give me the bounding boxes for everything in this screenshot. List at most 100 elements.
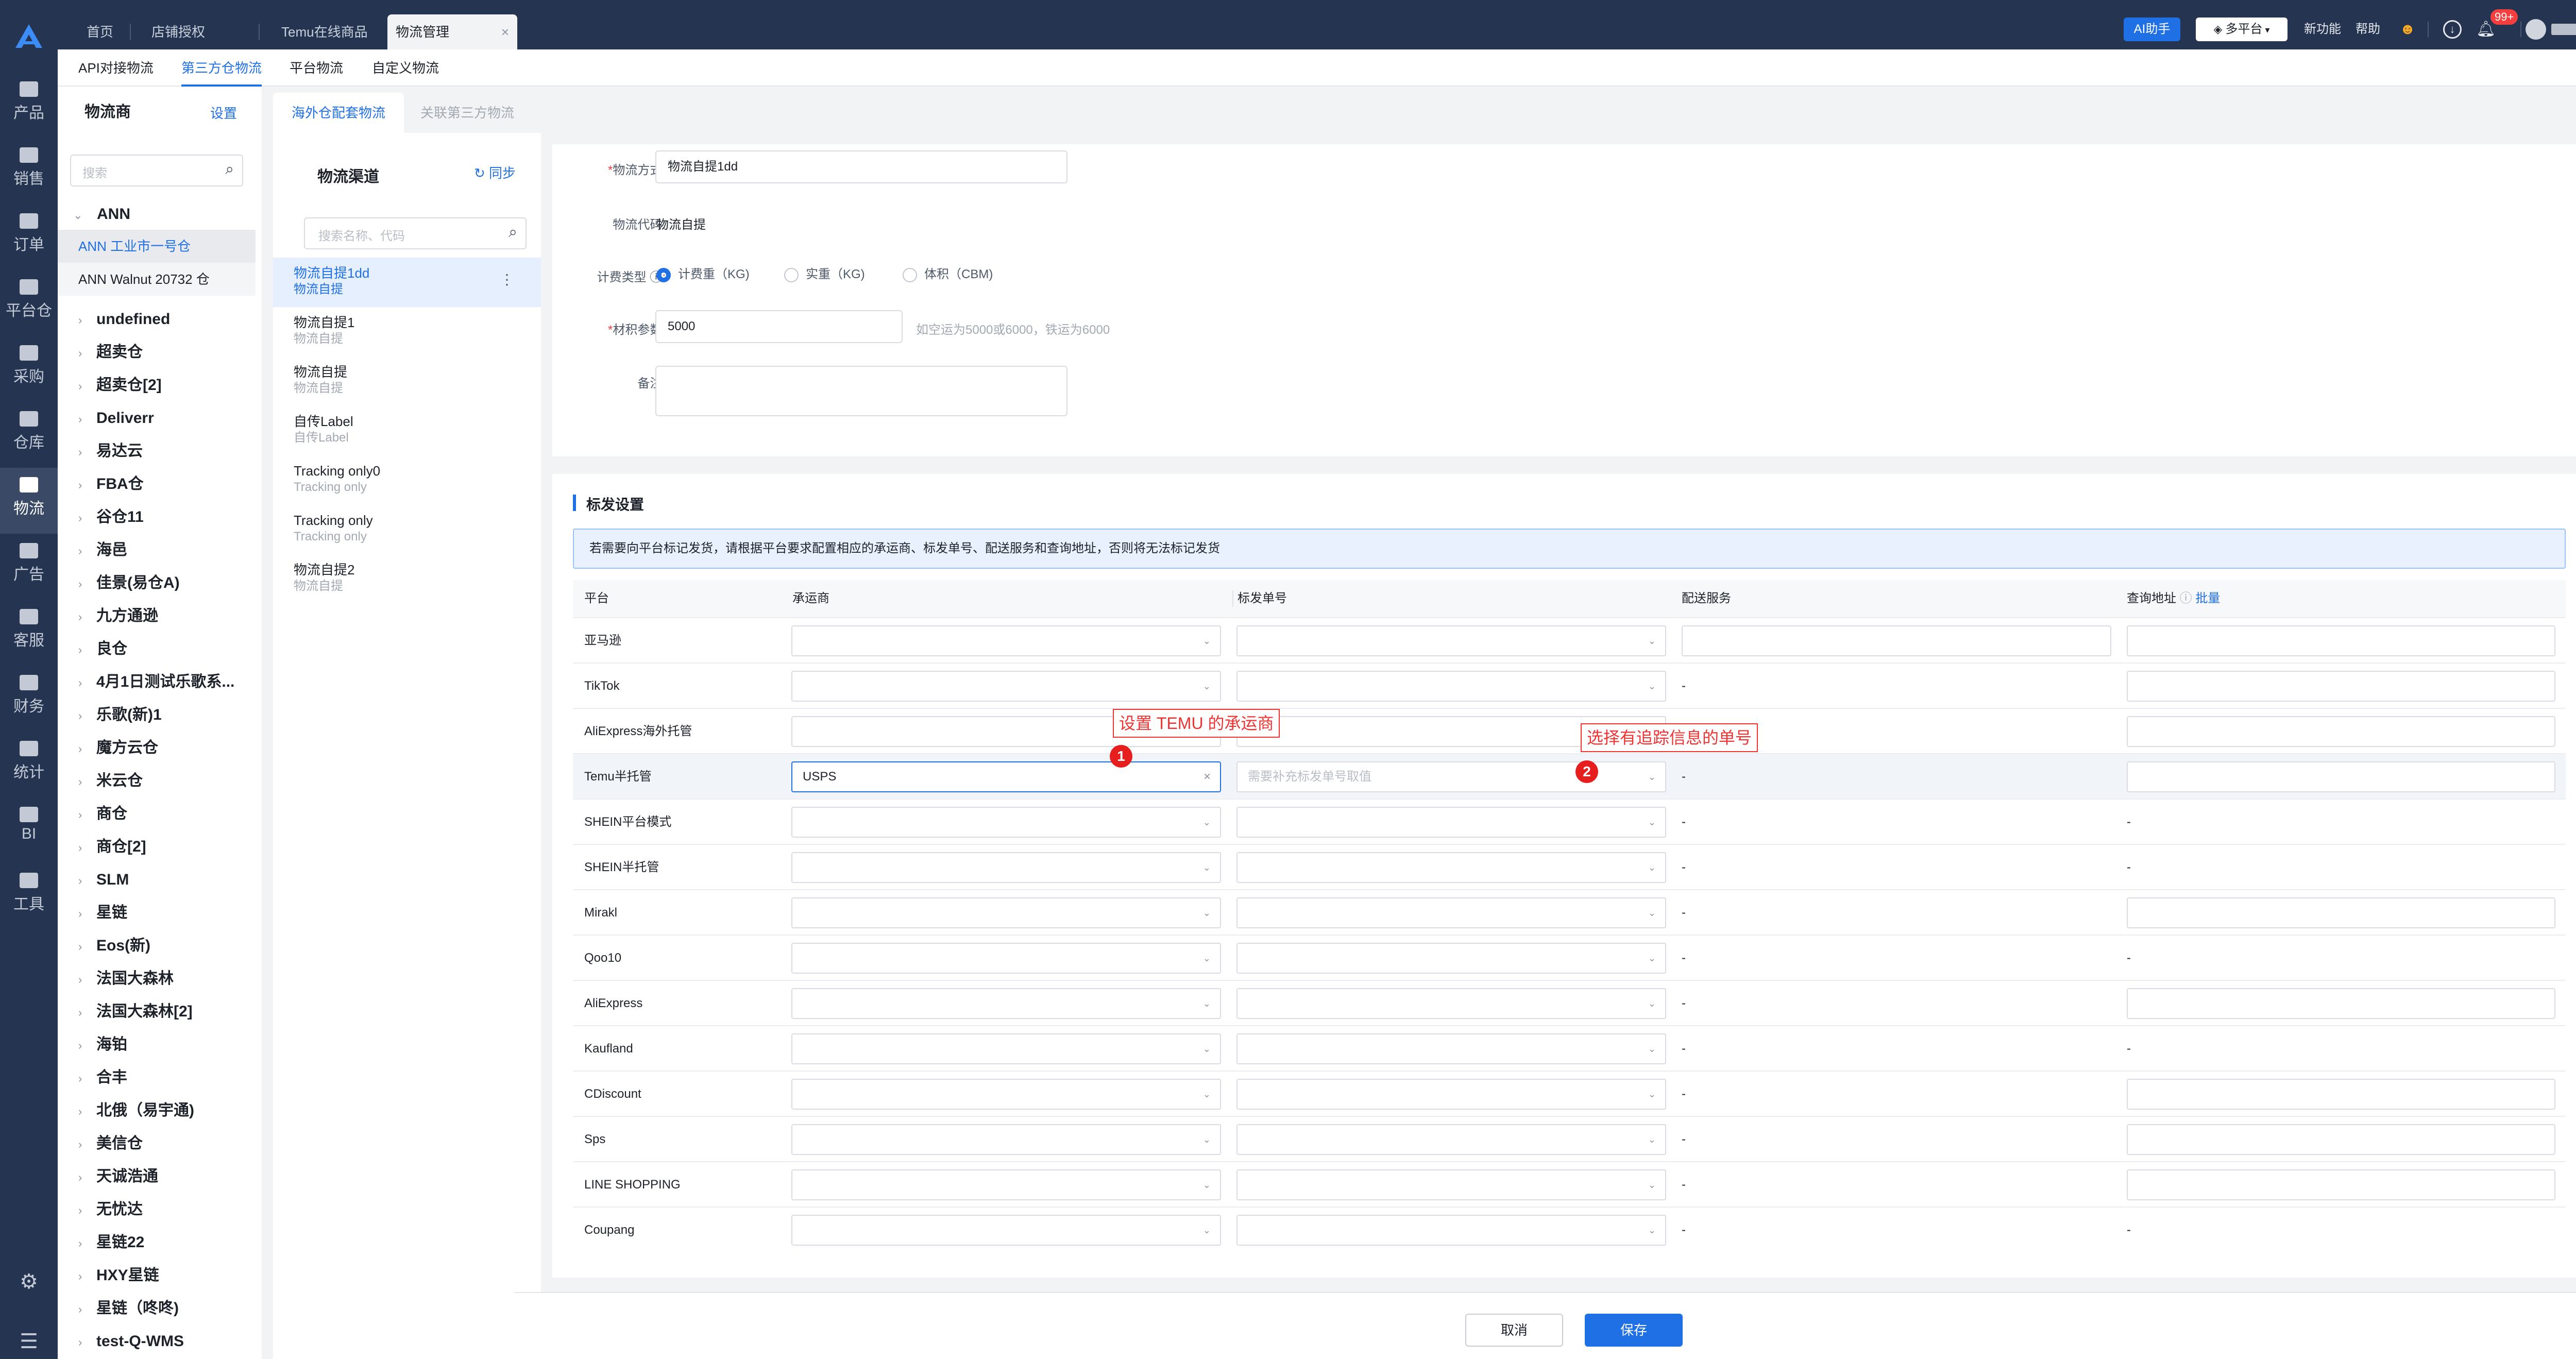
nav-item-bi[interactable]: BI — [0, 797, 58, 863]
remark-textarea[interactable] — [655, 366, 1067, 416]
provider-item[interactable]: › 九方通逊 — [58, 600, 262, 633]
tab-home[interactable]: 首页 — [78, 14, 122, 49]
billing-radio-actual[interactable]: 实重（KG) — [784, 266, 865, 283]
help-link[interactable]: 帮助 — [2355, 18, 2380, 41]
carrier-select[interactable]: ⌄ — [791, 1124, 1221, 1155]
provider-item[interactable]: › 海邑 — [58, 534, 262, 567]
provider-item[interactable]: › 无忧达 — [58, 1193, 262, 1226]
customer-service-icon[interactable]: ☻ — [2397, 19, 2418, 40]
ai-assistant-button[interactable]: AI助手 — [2124, 18, 2180, 41]
subtab-platform-logistics[interactable]: 平台物流 — [290, 49, 343, 87]
nav-item-ads[interactable]: 广告 — [0, 534, 58, 600]
subtab-custom-logistics[interactable]: 自定义物流 — [372, 49, 439, 87]
delivery-input[interactable] — [1682, 625, 2111, 656]
cancel-button[interactable]: 取消 — [1465, 1314, 1563, 1347]
avatar[interactable] — [2526, 19, 2546, 40]
provider-settings-link[interactable]: 设置 — [210, 102, 237, 125]
volume-input[interactable]: 5000 — [655, 310, 903, 343]
close-icon[interactable]: × — [501, 14, 509, 49]
menu-collapse-icon[interactable]: ☰ — [18, 1330, 40, 1353]
provider-item[interactable]: › 法国大森林 — [58, 962, 262, 995]
tracking-select[interactable]: ⌄ — [1236, 1169, 1666, 1200]
provider-item[interactable]: › 星链（咚咚) — [58, 1292, 262, 1325]
tracking-select[interactable]: ⌄ — [1236, 852, 1666, 883]
save-button[interactable]: 保存 — [1585, 1314, 1683, 1347]
query-url-input[interactable] — [2127, 625, 2555, 656]
sync-button[interactable]: ↻ 同步 — [474, 163, 516, 182]
provider-item[interactable]: › Deliverr — [58, 402, 262, 435]
carrier-select[interactable]: ⌄ — [791, 1169, 1221, 1200]
provider-item[interactable]: › HXY星链 — [58, 1259, 262, 1292]
query-url-input[interactable] — [2127, 1124, 2555, 1155]
tracking-select[interactable]: ⌄ — [1236, 897, 1666, 928]
nav-item-customer-service[interactable]: 客服 — [0, 600, 58, 666]
tab-logistics[interactable]: 物流管理 × — [387, 14, 517, 49]
nav-item-stats[interactable]: 统计 — [0, 732, 58, 797]
tracking-select[interactable]: ⌄ — [1236, 943, 1666, 974]
tab-linked-third-party[interactable]: 关联第三方物流 — [402, 93, 533, 133]
provider-item[interactable]: › 佳景(易仓A) — [58, 567, 262, 600]
provider-item[interactable]: › 商仓 — [58, 797, 262, 830]
channel-item[interactable]: Tracking only0 Tracking only — [273, 455, 541, 505]
provider-item[interactable]: › 美信仓 — [58, 1127, 262, 1160]
tracking-select[interactable]: ⌄ — [1236, 807, 1666, 838]
provider-item[interactable]: › Eos(新) — [58, 929, 262, 962]
query-url-input[interactable] — [2127, 1169, 2555, 1200]
nav-item-purchase[interactable]: 采购 — [0, 336, 58, 402]
provider-item[interactable]: › 魔方云仓 — [58, 732, 262, 765]
nav-item-product[interactable]: 产品 — [0, 72, 58, 138]
tab-temu-products[interactable]: Temu在线商品 — [273, 14, 376, 49]
nav-item-platform-warehouse[interactable]: 平台仓 — [0, 270, 58, 336]
download-icon[interactable]: ↓ — [2443, 20, 2462, 39]
provider-item[interactable]: › 易达云 — [58, 435, 262, 468]
channel-search-input[interactable]: 搜索名称、代码 ⌕ — [304, 217, 527, 249]
carrier-select[interactable]: USPS × — [791, 761, 1221, 792]
query-url-input[interactable] — [2127, 1079, 2555, 1110]
provider-item[interactable]: › 超卖仓[2] — [58, 369, 262, 402]
provider-item[interactable]: › FBA仓 — [58, 468, 262, 501]
carrier-select[interactable]: ⌄ — [791, 897, 1221, 928]
tracking-select[interactable]: ⌄ — [1236, 1124, 1666, 1155]
platform-select[interactable]: ◈ 多平台 ▾ — [2196, 18, 2287, 41]
provider-item[interactable]: › 合丰 — [58, 1061, 262, 1094]
channel-item[interactable]: 物流自提1 物流自提 — [273, 307, 541, 356]
tracking-select[interactable]: ⌄ — [1236, 671, 1666, 702]
query-url-input[interactable] — [2127, 716, 2555, 747]
tracking-select[interactable]: ⌄ — [1236, 1215, 1666, 1246]
provider-item[interactable]: › 乐歌(新)1 — [58, 699, 262, 732]
provider-item[interactable]: › 4月1日测试乐歌系... — [58, 666, 262, 699]
provider-item[interactable]: › 法国大森林[2] — [58, 995, 262, 1028]
provider-item[interactable]: › 星链22 — [58, 1226, 262, 1259]
carrier-select[interactable]: ⌄ — [791, 1079, 1221, 1110]
provider-item[interactable]: › 星链 — [58, 896, 262, 929]
tracking-select[interactable]: 需要补充标发单号取值 ⌄ — [1236, 761, 1666, 792]
tracking-select[interactable]: ⌄ — [1236, 988, 1666, 1019]
channel-item[interactable]: 自传Label 自传Label — [273, 406, 541, 455]
carrier-select[interactable]: ⌄ — [791, 1033, 1221, 1064]
query-url-input[interactable] — [2127, 988, 2555, 1019]
billing-radio-volume[interactable]: 体积（CBM) — [903, 266, 993, 283]
tracking-select[interactable]: ⌄ — [1236, 625, 1666, 656]
nav-item-finance[interactable]: 财务 — [0, 666, 58, 732]
carrier-select[interactable]: ⌄ — [791, 988, 1221, 1019]
username-text[interactable] — [2551, 24, 2576, 35]
tracking-select[interactable]: ⌄ — [1236, 1033, 1666, 1064]
provider-item[interactable]: › 超卖仓 — [58, 336, 262, 369]
provider-item[interactable]: › 北俄（易宇通) — [58, 1094, 262, 1127]
carrier-select[interactable]: ⌄ — [791, 943, 1221, 974]
settings-icon[interactable]: ⚙ — [18, 1270, 40, 1293]
nav-item-tools[interactable]: 工具 — [0, 863, 58, 929]
subtab-third-party-warehouse[interactable]: 第三方仓物流 — [181, 49, 262, 87]
provider-item[interactable]: › 海铂 — [58, 1028, 262, 1061]
nav-item-sales[interactable]: 销售 — [0, 138, 58, 204]
provider-item[interactable]: › test-Q-WMS — [58, 1325, 262, 1358]
carrier-select[interactable]: ⌄ — [791, 807, 1221, 838]
nav-item-logistics[interactable]: 物流 — [0, 468, 58, 534]
provider-item[interactable]: › 商仓[2] — [58, 830, 262, 863]
channel-item[interactable]: 物流自提 物流自提 — [273, 356, 541, 406]
query-url-input[interactable] — [2127, 897, 2555, 928]
provider-item[interactable]: › 天诚浩通 — [58, 1160, 262, 1193]
method-input[interactable]: 物流自提1dd — [655, 150, 1067, 183]
provider-item[interactable]: › 米云仓 — [58, 765, 262, 797]
app-logo[interactable] — [13, 21, 44, 52]
